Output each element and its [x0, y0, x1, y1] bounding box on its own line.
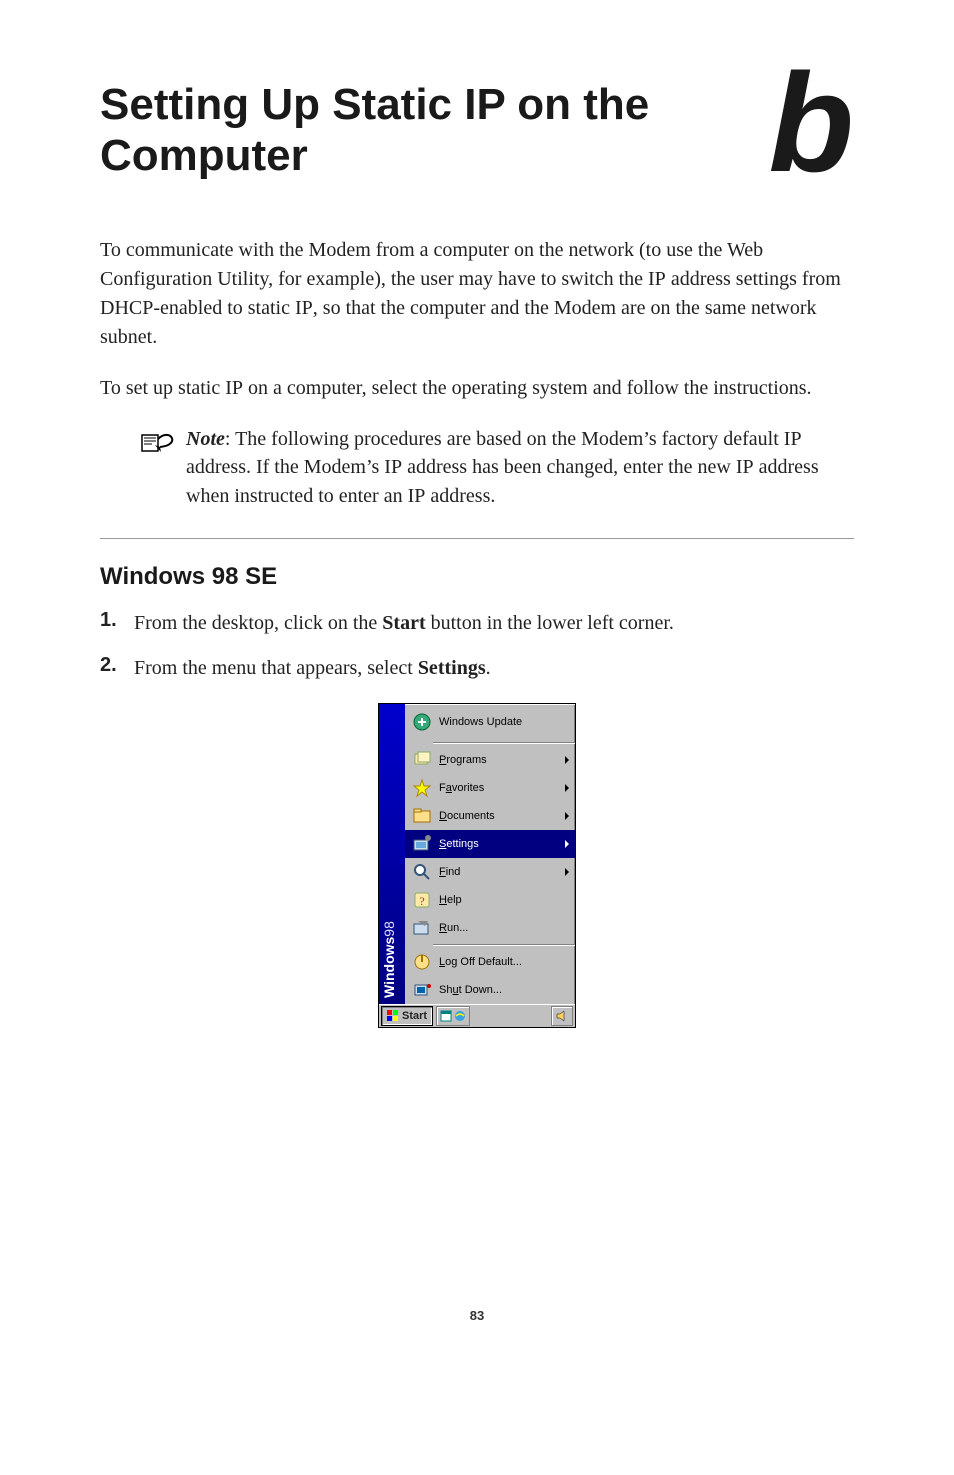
section-heading: Windows 98 SE [100, 563, 854, 591]
menu-item-help[interactable]: ? Help [405, 886, 575, 914]
text: IP [408, 485, 426, 507]
version-text: 98 [381, 921, 397, 937]
menu-item-label: Windows Update [439, 716, 522, 728]
shut-down-icon [411, 980, 433, 1000]
text: Settings [418, 657, 486, 679]
volume-icon [556, 1010, 568, 1022]
text: button in the lower left corner. [426, 612, 674, 634]
menu-item-programs[interactable]: Programs [405, 746, 575, 774]
menu-item-label: Find [439, 866, 460, 878]
menu-item-label: Log Off Default... [439, 956, 522, 968]
menu-item-label: Favorites [439, 782, 484, 794]
intro-paragraph-1: To communicate with the Modem from a com… [100, 236, 854, 352]
menu-separator [433, 944, 575, 946]
intro-paragraph-2: To set up static IP on a computer, selec… [100, 374, 854, 403]
chapter-letter: b [768, 60, 854, 186]
log-off-icon [411, 952, 433, 972]
system-tray[interactable] [551, 1006, 573, 1026]
run-icon [411, 918, 433, 938]
text: IP [736, 456, 754, 478]
submenu-arrow-icon [565, 812, 569, 820]
windows-band: Windows98 [379, 704, 405, 1004]
text: IP [784, 428, 802, 450]
step-text: From the menu that appears, select Setti… [134, 654, 491, 683]
submenu-arrow-icon [565, 840, 569, 848]
note-icon [140, 429, 180, 462]
menu-item-label: Run... [439, 922, 468, 934]
programs-icon [411, 750, 433, 770]
step-number: 1. [100, 609, 134, 632]
menu-item-run[interactable]: Run... [405, 914, 575, 942]
text: IP [648, 268, 666, 290]
text: address. If the Modem’s [186, 456, 384, 478]
settings-icon [411, 834, 433, 854]
step-1: 1. From the desktop, click on the Start … [100, 609, 854, 638]
menu-item-label: Shut Down... [439, 984, 502, 996]
text: on a computer, select the operating syst… [243, 377, 812, 399]
start-menu-figure: Windows98 Windows Update Programs Favorite… [100, 703, 854, 1028]
menu-item-find[interactable]: Find [405, 858, 575, 886]
note-block: Note: The following procedures are based… [140, 425, 854, 510]
menu-item-label: Settings [439, 838, 479, 850]
text: From the desktop, click on the [134, 612, 382, 634]
menu-separator [433, 742, 575, 744]
windows-logo-icon [387, 1010, 399, 1022]
find-icon [411, 862, 433, 882]
quick-launch[interactable] [436, 1006, 470, 1026]
ie-icon [454, 1010, 466, 1022]
submenu-arrow-icon [565, 868, 569, 876]
text: DHCP [100, 297, 153, 319]
menu-item-settings[interactable]: Settings [405, 830, 575, 858]
page-title: Setting Up Static IP on the Computer [100, 80, 748, 181]
menu-item-documents[interactable]: Documents [405, 802, 575, 830]
submenu-arrow-icon [565, 756, 569, 764]
menu-item-favorites[interactable]: Favorites [405, 774, 575, 802]
text: To set up static [100, 377, 225, 399]
step-number: 2. [100, 654, 134, 677]
menu-item-label: Programs [439, 754, 487, 766]
text: : The following procedures are based on … [225, 428, 784, 450]
text: IP [295, 297, 313, 319]
submenu-arrow-icon [565, 784, 569, 792]
menu-item-windows-update[interactable]: Windows Update [405, 704, 575, 740]
taskbar: Start [379, 1004, 575, 1027]
text: address settings from [666, 268, 841, 290]
text: address. [425, 485, 495, 507]
documents-icon [411, 806, 433, 826]
text: IP [384, 456, 402, 478]
help-icon: ? [411, 890, 433, 910]
brand-text: Windows [381, 937, 397, 998]
text: Start [382, 612, 425, 634]
start-button[interactable]: Start [381, 1006, 433, 1026]
section-divider [100, 538, 854, 539]
menu-item-label: Help [439, 894, 462, 906]
text: . [486, 657, 491, 679]
favorites-icon [411, 778, 433, 798]
start-menu: Windows98 Windows Update Programs Favorite… [378, 703, 576, 1028]
text: IP [225, 377, 243, 399]
text: address has been changed, enter the new [402, 456, 736, 478]
note-text: Note: The following procedures are based… [180, 425, 854, 510]
text: -enabled to static [153, 297, 295, 319]
svg-text:?: ? [419, 894, 424, 908]
step-text: From the desktop, click on the Start but… [134, 609, 674, 638]
show-desktop-icon [440, 1010, 452, 1022]
step-2: 2. From the menu that appears, select Se… [100, 654, 854, 683]
note-lead: Note [186, 428, 225, 450]
menu-list: Windows Update Programs Favorites Documents… [405, 704, 575, 1004]
text: From the menu that appears, select [134, 657, 418, 679]
start-button-label: Start [402, 1010, 427, 1022]
menu-item-shut-down[interactable]: Shut Down... [405, 976, 575, 1004]
windows-update-icon [411, 712, 433, 732]
page-number: 83 [100, 1308, 854, 1323]
menu-item-label: Documents [439, 810, 495, 822]
menu-item-log-off-default[interactable]: Log Off Default... [405, 948, 575, 976]
